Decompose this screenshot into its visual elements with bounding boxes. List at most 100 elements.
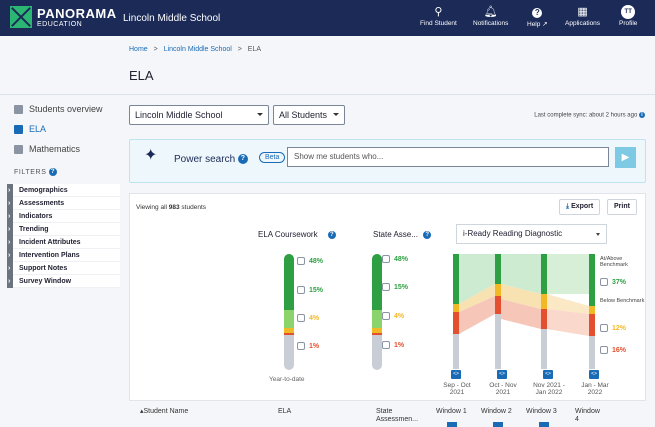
flow-bar-segment	[495, 284, 501, 296]
filter-incident-attributes[interactable]: Incident Attributes	[7, 235, 120, 249]
iready-pct-at[interactable]: 37%	[600, 278, 626, 286]
ela-pct-2[interactable]: 15%	[297, 286, 323, 294]
power-search-input[interactable]: Show me students who...	[287, 147, 609, 167]
checkbox[interactable]	[382, 283, 390, 291]
filters-heading: FILTERS ?	[14, 168, 58, 176]
window-3-button[interactable]: <>	[543, 370, 553, 379]
chevron-right-icon	[7, 222, 13, 236]
flow-bar-segment	[541, 254, 547, 294]
page-title: ELA	[129, 68, 154, 83]
expand-icon: <>	[545, 371, 551, 377]
arrow-right-icon: ▶	[621, 152, 630, 163]
ela-pct-4[interactable]: 1%	[297, 342, 319, 350]
iready-select[interactable]: i-Ready Reading Diagnostic	[456, 224, 607, 244]
flow-band-green	[547, 254, 589, 294]
sparkle-icon: ✦	[144, 147, 158, 164]
window-1-header-button[interactable]	[447, 422, 457, 427]
window-3-header-button[interactable]	[539, 422, 549, 427]
help-icon[interactable]: ?	[49, 168, 58, 176]
filter-indicators[interactable]: Indicators	[7, 209, 120, 223]
flow-bar-segment	[453, 304, 459, 312]
window-2-button[interactable]: <>	[497, 370, 507, 379]
breadcrumb-separator: >	[237, 46, 242, 53]
filter-trending[interactable]: Trending	[7, 222, 120, 236]
table-header-state-assessment[interactable]: State Assessmen...	[376, 408, 418, 423]
help-icon[interactable]: ?	[237, 154, 248, 165]
filter-survey-window[interactable]: Survey Window	[7, 274, 120, 288]
flow-bar-segment	[453, 282, 459, 304]
iready-pct-below[interactable]: 12%	[600, 324, 626, 332]
window-1-button[interactable]: <>	[451, 370, 461, 379]
filter-support-notes[interactable]: Support Notes	[7, 261, 120, 275]
sidebar-item-students-overview[interactable]: Students overview	[14, 104, 103, 114]
state-pct-3[interactable]: 4%	[382, 312, 404, 320]
iready-pct-well-below[interactable]: 16%	[600, 346, 626, 354]
ela-overview-card: Viewing all 983 students ⤓ Export Print …	[129, 193, 646, 401]
flow-bar-segment	[589, 254, 595, 306]
flow-bar-segment	[541, 309, 547, 329]
download-icon: ⤓	[566, 203, 570, 210]
applications-button[interactable]: ▦ Applications	[565, 5, 600, 27]
chevron-down-icon	[596, 233, 600, 236]
bar-segment-state-1	[372, 254, 382, 310]
breadcrumb-home[interactable]: Home	[129, 46, 148, 53]
filter-demographics[interactable]: Demographics	[7, 183, 120, 197]
flow-bar-segment	[589, 314, 595, 336]
checkbox[interactable]	[297, 314, 305, 322]
notifications-button[interactable]: 🔔︎ Notifications	[473, 5, 508, 27]
filter-assessments[interactable]: Assessments	[7, 196, 120, 210]
panorama-logo[interactable]: PANORAMA EDUCATION	[10, 6, 117, 28]
table-header-window-1[interactable]: Window 1	[436, 408, 467, 416]
help-button[interactable]: ? Help ↗	[527, 5, 548, 28]
help-icon[interactable]: ?	[423, 230, 432, 239]
checkbox[interactable]	[297, 286, 305, 294]
state-pct-1[interactable]: 48%	[382, 255, 408, 263]
checkbox[interactable]	[297, 342, 305, 350]
state-pct-4[interactable]: 1%	[382, 341, 404, 349]
help-icon[interactable]: ?	[327, 230, 336, 239]
table-header-student-name[interactable]: ▴Student Name	[140, 408, 188, 416]
top-nav-bar: PANORAMA EDUCATION Lincoln Middle School…	[0, 0, 655, 36]
find-student-button[interactable]: ⚲ Find Student	[420, 5, 457, 27]
checkbox[interactable]	[600, 278, 608, 286]
checkbox[interactable]	[600, 346, 608, 354]
ela-pct-3[interactable]: 4%	[297, 314, 319, 322]
power-search-panel: ✦ Power search ? Beta Show me students w…	[129, 139, 646, 183]
breadcrumb-separator: >	[153, 46, 158, 53]
breadcrumb-school[interactable]: Lincoln Middle School	[164, 46, 232, 53]
students-icon	[14, 104, 23, 114]
state-pct-2[interactable]: 15%	[382, 283, 408, 291]
power-search-submit-button[interactable]: ▶	[615, 147, 636, 168]
checkbox[interactable]	[382, 341, 390, 349]
flow-bar-segment	[589, 306, 595, 314]
bar-segment-ela-4	[284, 333, 294, 335]
filter-intervention-plans[interactable]: Intervention Plans	[7, 248, 120, 262]
export-button[interactable]: ⤓ Export	[559, 199, 601, 215]
brand-title: PANORAMA	[37, 5, 117, 21]
window-4-button[interactable]: <>	[589, 370, 599, 379]
table-header-window-4[interactable]: Window 4	[575, 408, 600, 423]
flow-bar-segment	[589, 336, 595, 369]
beta-badge: Beta	[259, 152, 286, 163]
school-select[interactable]: Lincoln Middle School	[129, 105, 269, 125]
checkbox[interactable]	[382, 312, 390, 320]
flow-bar-segment	[495, 314, 501, 369]
students-select[interactable]: All Students	[273, 105, 345, 125]
filter-list: Demographics Assessments Indicators Tren…	[7, 183, 120, 288]
print-button[interactable]: Print	[607, 199, 637, 215]
table-header-window-2[interactable]: Window 2	[481, 408, 512, 416]
info-icon[interactable]: i	[639, 112, 645, 118]
profile-button[interactable]: TT Profile	[619, 5, 637, 27]
chevron-down-icon	[333, 113, 339, 116]
ela-pct-1[interactable]: 48%	[297, 257, 323, 265]
flow-bar-segment	[495, 254, 501, 284]
chevron-right-icon	[7, 183, 13, 197]
table-header-window-3[interactable]: Window 3	[526, 408, 557, 416]
table-header-ela[interactable]: ELA	[278, 408, 291, 416]
sidebar-item-mathematics[interactable]: Mathematics	[14, 144, 80, 154]
window-2-header-button[interactable]	[493, 422, 503, 427]
checkbox[interactable]	[600, 324, 608, 332]
checkbox[interactable]	[297, 257, 305, 265]
checkbox[interactable]	[382, 255, 390, 263]
sidebar-item-ela[interactable]: ELA	[14, 124, 46, 134]
